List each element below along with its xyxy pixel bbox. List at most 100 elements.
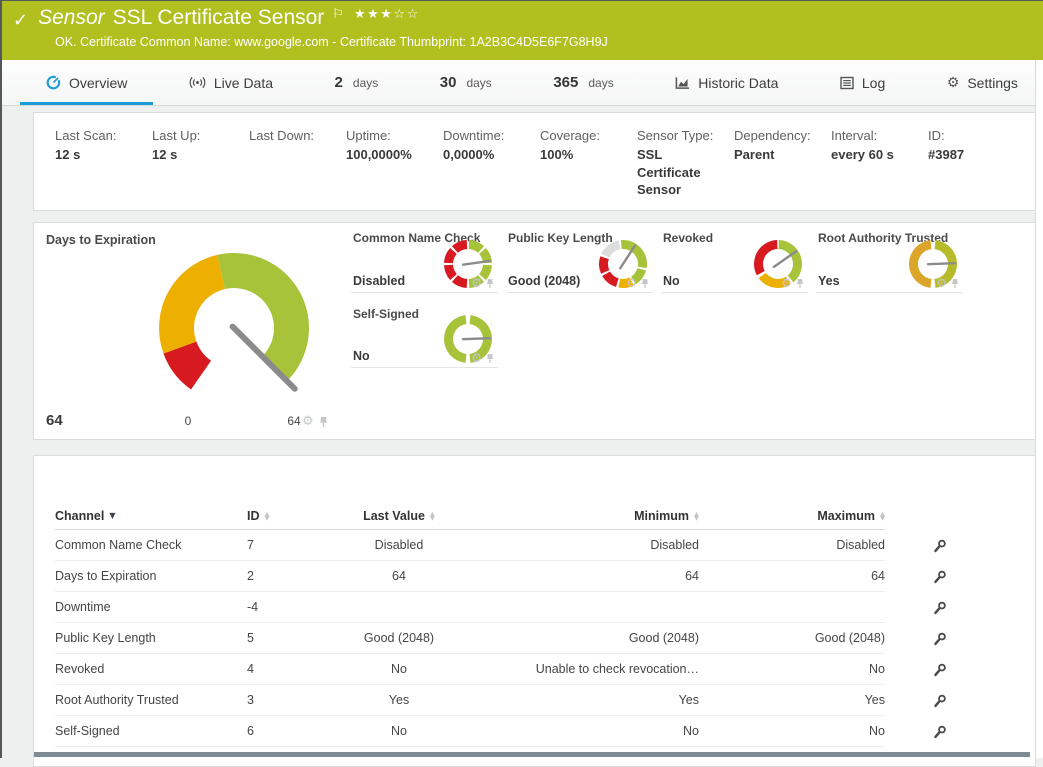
sort-desc-icon: ▼ [109,512,115,520]
info-downtime: Downtime: 0,0000% [443,128,540,210]
sensor-info-strip: Last Scan: 12 s Last Up: 12 s Last Down:… [33,112,1036,211]
info-last-down: Last Down: [249,128,346,210]
table-row[interactable]: Self-Signed 6 No No No [55,716,1014,747]
edit-channel-button[interactable] [885,530,995,561]
tab-days-unit: days [466,76,491,90]
priority-stars[interactable]: ★★★☆☆ [354,7,420,22]
table-row[interactable]: Days to Expiration 2 64 64 64 [55,561,1014,592]
table-row[interactable]: Downtime -4 [55,592,1014,623]
gauge-revoked: Revoked No ⚙ [661,223,808,293]
sort-both-icon: ▲▼ [430,512,435,521]
table-row[interactable]: Root Authority Trusted 3 Yes Yes Yes [55,685,1014,716]
gauge-self-signed: Self-Signed No ⚙ [351,293,498,368]
sensor-header: ✓ Sensor SSL Certificate Sensor ⚐ ★★★☆☆ … [0,0,1043,60]
wrench-icon [933,725,947,739]
info-value: 12 s [152,146,237,164]
gauge-current-value: Disabled [353,274,405,288]
table-row[interactable]: Common Name Check 7 Disabled Disabled Di… [55,530,1014,561]
status-ok-check-icon: ✓ [13,10,28,31]
edit-channel-button[interactable] [885,685,995,716]
column-header-id[interactable]: ID▲▼ [247,509,311,523]
info-value: 0,0000% [443,146,528,164]
gauge-pin-icon[interactable] [641,278,649,289]
tab-days-unit: days [588,76,613,90]
gauge-settings-gear-icon[interactable]: ⚙ [471,352,482,364]
gauge-settings-gear-icon[interactable]: ⚙ [781,277,792,289]
edit-channel-button[interactable] [885,623,995,654]
gauge-pin-icon[interactable] [796,278,804,289]
tab-bar: Overview Live Data 2days 30days 365days … [0,60,1036,106]
info-label: Coverage: [540,128,625,143]
gauge-current-value: Yes [818,274,840,288]
info-id: ID: #3987 [928,128,1025,210]
info-label: Downtime: [443,128,528,143]
gauge-settings-gear-icon[interactable]: ⚙ [302,415,314,428]
edit-channel-button[interactable] [885,654,995,685]
tab-label: Settings [967,75,1018,91]
tab-log[interactable]: Log [828,60,897,105]
tab-live-data[interactable]: Live Data [177,60,285,105]
info-value: SSL Certificate Sensor [637,146,722,199]
column-header-edit [885,503,995,530]
edit-channel-button[interactable] [885,561,995,592]
column-header-minimum[interactable]: Minimum▲▼ [487,509,699,523]
info-label: Last Down: [249,128,334,143]
gauge-current-value: No [663,274,680,288]
tab-2-days[interactable]: 2days [323,60,391,105]
window-top-border [0,0,1043,1]
info-value: 12 s [55,146,140,164]
gauge-settings-gear-icon[interactable]: ⚙ [626,277,637,289]
sensor-status-message: OK. Certificate Common Name: www.google.… [55,35,608,49]
info-dependency: Dependency: Parent [734,128,831,210]
gauge-title: Self-Signed [353,307,419,321]
window-left-border [0,0,2,758]
gauge-pin-icon[interactable] [951,278,959,289]
sort-both-icon: ▲▼ [265,512,270,521]
gauge-pin-icon[interactable] [319,416,328,428]
tab-30-days[interactable]: 30days [428,60,504,105]
info-last-up: Last Up: 12 s [152,128,249,210]
info-label: Last Scan: [55,128,140,143]
stars-filled[interactable]: ★★★ [354,7,393,22]
gauge-pin-icon[interactable] [486,278,494,289]
horizontal-scrollbar[interactable] [34,752,1030,757]
column-header-channel[interactable]: Channel▼ [55,509,247,523]
tab-overview[interactable]: Overview [34,60,139,105]
wrench-icon [933,694,947,708]
tab-label: Overview [69,75,127,91]
gauge-settings-gear-icon[interactable]: ⚙ [471,277,482,289]
table-row[interactable]: Revoked 4 No Unable to check revocation…… [55,654,1014,685]
tab-settings[interactable]: ⚙ Settings [935,60,1030,105]
tab-365-days[interactable]: 365days [541,60,625,105]
tab-historic-data[interactable]: Historic Data [663,60,790,105]
info-label: Sensor Type: [637,128,722,143]
info-label: Interval: [831,128,916,143]
stars-empty[interactable]: ☆☆ [393,7,419,22]
gear-icon: ⚙ [947,75,960,91]
info-label: Uptime: [346,128,431,143]
wrench-icon [933,601,947,615]
gauge-current-value: No [353,349,370,363]
edit-channel-button[interactable] [885,716,995,747]
edit-channel-button[interactable] [885,592,995,623]
gauge-common-name-check: Common Name Check Disabled ⚙ [351,223,498,293]
gauge-title: Revoked [663,231,713,245]
info-value: every 60 s [831,146,916,164]
gauge-pin-icon[interactable] [486,353,494,364]
info-value: 100,0000% [346,146,431,164]
info-label: ID: [928,128,1013,143]
wrench-icon [933,539,947,553]
log-icon [840,76,854,90]
table-row[interactable]: Public Key Length 5 Good (2048) Good (20… [55,623,1014,654]
small-gauges-grid: Common Name Check Disabled ⚙ Public Key … [351,223,963,368]
flag-icon[interactable]: ⚐ [332,7,344,22]
info-interval: Interval: every 60 s [831,128,928,210]
column-header-last-value[interactable]: Last Value▲▼ [311,509,487,523]
right-scroll-gutter [1035,60,1043,758]
wrench-icon [933,570,947,584]
column-header-maximum[interactable]: Maximum▲▼ [699,509,885,523]
gauge-settings-gear-icon[interactable]: ⚙ [936,277,947,289]
tab-days-unit: days [353,76,378,90]
sensor-name: SSL Certificate Sensor [113,6,325,30]
broadcast-icon [189,76,206,89]
